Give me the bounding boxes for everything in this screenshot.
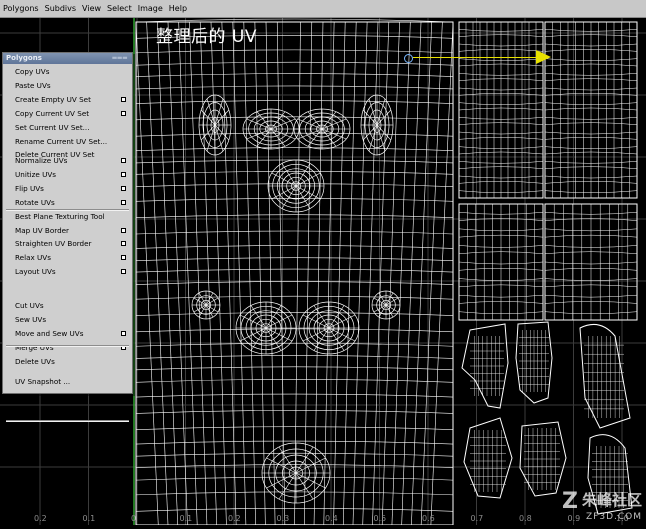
menu-title-label: Polygons <box>6 54 42 62</box>
menu-separator <box>6 209 129 211</box>
option-box-icon[interactable] <box>121 227 126 233</box>
axis-tick-label: 0.7 <box>471 514 484 523</box>
option-box-icon[interactable] <box>121 96 126 102</box>
menu-item-label: Sew UVs <box>15 314 47 324</box>
menu-item-label: UV Snapshot ... <box>15 377 71 386</box>
axis-tick-label: 0.1 <box>180 514 193 523</box>
menu-item-rename-current-uv-set[interactable]: Rename Current UV Set... <box>15 136 129 148</box>
option-box-icon[interactable] <box>121 330 126 336</box>
menu-separator <box>6 345 129 347</box>
uv-caption: 整理后的 UV <box>156 27 257 47</box>
menu-item-label: Cut UVs <box>15 301 44 310</box>
menu-item-sew-uvs[interactable]: Sew UVs <box>15 314 129 326</box>
axis-tick-label: 0.1 <box>83 514 96 523</box>
axis-tick-label: 0.5 <box>374 514 387 523</box>
menubar-item-subdivs[interactable]: Subdivs <box>42 0 79 18</box>
menu-item-label: Rotate UVs <box>15 197 55 207</box>
menu-item-best-plane-texturing-tool[interactable]: Best Plane Texturing Tool <box>15 211 129 223</box>
menu-item-unitize-uvs[interactable]: Unitize UVs <box>15 169 129 181</box>
option-box-icon[interactable] <box>121 199 126 205</box>
option-box-icon[interactable] <box>121 171 126 177</box>
menu-item-label: Layout UVs <box>15 267 56 277</box>
menu-item-uv-snapshot[interactable]: UV Snapshot ... <box>15 376 129 388</box>
axis-tick-label: 0.6 <box>422 514 435 523</box>
menu-item-cut-uvs[interactable]: Cut UVs <box>15 300 129 312</box>
arrow-head-icon <box>536 50 551 64</box>
axis-tick-label: 0 <box>131 514 136 523</box>
menu-item-create-empty-uv-set[interactable]: Create Empty UV Set <box>15 94 129 106</box>
menu-item-label: Normalize UVs <box>15 156 68 165</box>
axis-tick-label: 0.8 <box>519 514 532 523</box>
polygons-menu: Polygons ═══ Copy UVs Paste UVs Create Emp… <box>2 52 133 422</box>
option-box-icon[interactable] <box>121 158 126 163</box>
menu-item-layout-uvs[interactable]: Layout UVs <box>15 266 129 278</box>
menu-item-label: Create Empty UV Set <box>15 94 91 104</box>
axis-tick-label: 0.2 <box>228 514 241 523</box>
menu-item-straighten-uv-border[interactable]: Straighten UV Border <box>15 238 129 250</box>
menu-item-paste-uvs[interactable]: Paste UVs <box>15 80 129 92</box>
menubar-item-help[interactable]: Help <box>166 0 190 18</box>
tear-off-icon[interactable]: ═══ <box>112 53 128 64</box>
menu-item-label: Unitize UVs <box>15 169 57 179</box>
menubar-item-polygons[interactable]: Polygons <box>0 0 42 18</box>
menu-bar: Polygons Subdivs View Select Image Help <box>0 0 646 18</box>
axis-tick-label: 0.4 <box>325 514 338 523</box>
menu-item-relax-uvs[interactable]: Relax UVs <box>15 252 129 264</box>
menu-item-label: Copy UVs <box>15 67 50 76</box>
menu-item-copy-uvs[interactable]: Copy UVs <box>15 66 129 78</box>
option-box-icon[interactable] <box>121 255 126 261</box>
menu-item-normalize-uvs[interactable]: Normalize UVs <box>15 155 129 167</box>
menu-item-label: Copy Current UV Set <box>15 108 90 118</box>
menu-item-move-and-sew-uvs[interactable]: Move and Sew UVs <box>15 328 129 340</box>
menu-item-flip-uvs[interactable]: Flip UVs <box>15 183 129 195</box>
menu-item-copy-current-uv-set[interactable]: Copy Current UV Set <box>15 108 129 120</box>
menu-item-label: Rename Current UV Set... <box>15 136 108 146</box>
menu-item-label: Move and Sew UVs <box>15 328 84 338</box>
pivot-icon <box>404 54 413 63</box>
menu-item-merge-uvs[interactable]: Merge UVs <box>15 342 129 354</box>
uv-islands-panel <box>458 21 638 515</box>
menu-item-set-current-uv-set[interactable]: Set Current UV Set... <box>15 122 129 134</box>
menu-item-label: Set Current UV Set... <box>15 122 90 132</box>
watermark: Z 朱峰社区 ZF3D.COM <box>562 489 642 522</box>
menu-item-label: Best Plane Texturing Tool <box>15 211 105 221</box>
menu-item-label: Paste UVs <box>15 80 51 90</box>
menu-separator <box>6 420 129 422</box>
menu-item-label: Relax UVs <box>15 253 51 263</box>
option-box-icon[interactable] <box>121 241 126 247</box>
axis-tick-label: 0.3 <box>277 514 290 523</box>
axis-tick-label: 0.2 <box>34 514 47 523</box>
menu-item-rotate-uvs[interactable]: Rotate UVs <box>15 197 129 209</box>
annotation-arrow <box>413 57 536 58</box>
menu-item-label: Delete UVs <box>15 356 55 366</box>
menu-item-label: Map UV Border <box>15 225 70 235</box>
option-box-icon[interactable] <box>121 185 126 191</box>
option-box-icon[interactable] <box>121 269 126 275</box>
option-box-icon[interactable] <box>121 110 126 116</box>
menu-title[interactable]: Polygons ═══ <box>3 53 132 64</box>
menubar-item-image[interactable]: Image <box>135 0 166 18</box>
menu-item-label: Flip UVs <box>15 183 44 193</box>
menu-item-delete-uvs[interactable]: Delete UVs <box>15 356 129 368</box>
menubar-item-select[interactable]: Select <box>104 0 135 18</box>
watermark-logo: Z <box>562 489 578 514</box>
menubar-item-view[interactable]: View <box>79 0 104 18</box>
watermark-name: 朱峰社区 <box>581 491 642 509</box>
menu-item-label: Straighten UV Border <box>15 239 92 249</box>
menu-item-map-uv-border[interactable]: Map UV Border <box>15 225 129 237</box>
